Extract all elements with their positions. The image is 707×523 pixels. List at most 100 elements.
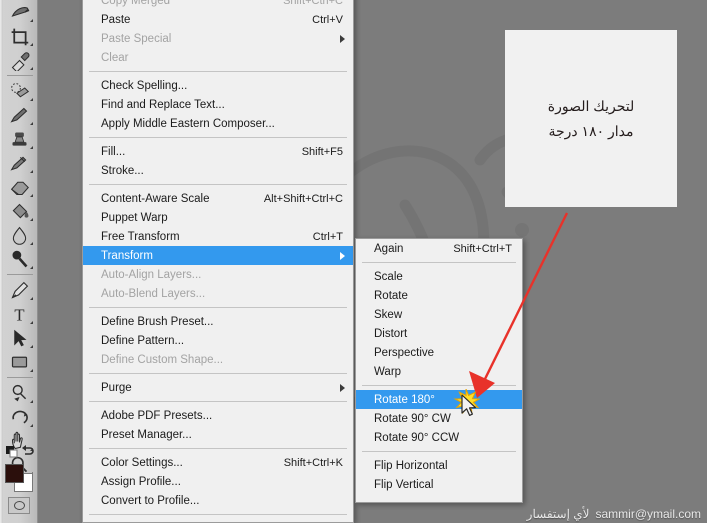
notes-tool[interactable]	[2, 381, 36, 405]
menu-item-content-aware-scale[interactable]: Content-Aware Scale Alt+Shift+Ctrl+C	[83, 189, 353, 208]
menu-item-label: Clear	[101, 51, 129, 64]
tools-palette[interactable]: T	[0, 0, 38, 523]
menu-item-rotate-90-ccw[interactable]: Rotate 90° CCW	[356, 428, 522, 447]
menu-item-paste[interactable]: Paste Ctrl+V	[83, 10, 353, 29]
transform-submenu-panel[interactable]: Again Shift+Ctrl+T Scale Rotate Skew Distort P…	[355, 238, 523, 503]
menu-item-label: Preset Manager...	[101, 428, 192, 441]
menu-item-scale[interactable]: Scale	[356, 267, 522, 286]
menu-separator	[89, 71, 347, 72]
healing-brush-tool[interactable]	[2, 0, 36, 24]
tool-flyout-indicator	[30, 98, 33, 101]
menu-item-keyboard-shortcuts[interactable]: Keyboard Shortcuts...Alt+Shift+Ctrl+K	[83, 519, 353, 523]
contact-label: لأي إستفسار	[526, 507, 590, 521]
menu-item-label: Warp	[374, 365, 402, 378]
menu-item-apply-middle-eastern-composer[interactable]: Apply Middle Eastern Composer...	[83, 114, 353, 133]
edit-menu-panel[interactable]: Copy Merged Shift+Ctrl+C Paste Ctrl+V Paste …	[82, 0, 354, 523]
menu-item-define-brush-preset[interactable]: Define Brush Preset...	[83, 312, 353, 331]
foreground-color-swatch[interactable]	[5, 464, 24, 483]
tool-flyout-indicator	[30, 266, 33, 269]
menu-item-fill[interactable]: Fill... Shift+F5	[83, 142, 353, 161]
menu-item-distort[interactable]: Distort	[356, 324, 522, 343]
blur-tool[interactable]	[2, 223, 36, 247]
menu-item-label: Again	[374, 242, 404, 255]
tool-flyout-indicator	[30, 297, 33, 300]
chevron-right-icon	[340, 34, 345, 43]
chevron-right-icon	[340, 383, 345, 392]
rotate-view-icon	[11, 410, 28, 423]
gradient-tool[interactable]	[2, 199, 36, 223]
path-selection-tool[interactable]	[2, 326, 36, 350]
stamp-icon	[12, 132, 26, 146]
screenshot-root: T Copy Merged Shift+Ctrl+C Paste Ctrl+V Past…	[0, 0, 707, 523]
eyedropper-icon	[11, 51, 29, 71]
menu-item-purge[interactable]: Purge	[83, 378, 353, 397]
menu-item-assign-profile[interactable]: Assign Profile...	[83, 472, 353, 491]
toolbar-separator	[7, 377, 33, 378]
menu-item-warp[interactable]: Warp	[356, 362, 522, 381]
default-colors-shortcut[interactable]	[4, 443, 34, 459]
menu-item-label: Rotate	[374, 289, 408, 302]
menu-item-label: Flip Vertical	[374, 478, 434, 491]
menu-item-paste-special: Paste Special	[83, 29, 353, 48]
eyedropper-tool[interactable]	[2, 48, 36, 72]
menu-item-label: Auto-Blend Layers...	[101, 287, 206, 300]
menu-item-label: Paste	[101, 13, 131, 26]
quick-mask-toggle[interactable]	[8, 497, 30, 514]
menu-item-label: Rotate 90° CW	[374, 412, 451, 425]
menu-item-shortcut: Shift+Ctrl+T	[453, 242, 512, 255]
clone-stamp-tool[interactable]	[2, 127, 36, 151]
menu-separator	[89, 137, 347, 138]
rotate-view-tool[interactable]	[2, 405, 36, 429]
tool-flyout-indicator	[30, 19, 33, 22]
menu-item-rotate-90-cw[interactable]: Rotate 90° CW	[356, 409, 522, 428]
menu-item-label: Skew	[374, 308, 403, 321]
menu-item-convert-to-profile[interactable]: Convert to Profile...	[83, 491, 353, 510]
menu-item-adobe-pdf-presets[interactable]: Adobe PDF Presets...	[83, 406, 353, 425]
eraser-tool[interactable]	[2, 175, 36, 199]
menu-item-label: Stroke...	[101, 164, 144, 177]
menu-item-rotate-180[interactable]: Rotate 180°	[356, 390, 522, 409]
menu-item-flip-horizontal[interactable]: Flip Horizontal	[356, 456, 522, 475]
pen-tool[interactable]	[2, 278, 36, 302]
dodge-tool[interactable]	[2, 247, 36, 271]
menu-item-puppet-warp[interactable]: Puppet Warp	[83, 208, 353, 227]
tool-flyout-indicator	[30, 67, 33, 70]
tool-flyout-indicator	[30, 194, 33, 197]
menu-item-label: Transform	[101, 249, 153, 262]
menu-item-shortcut: Alt+Shift+Ctrl+C	[263, 192, 343, 205]
menu-item-shortcut: Shift+Ctrl+C	[283, 0, 343, 7]
pen-icon	[10, 281, 28, 299]
menu-item-define-pattern[interactable]: Define Pattern...	[83, 331, 353, 350]
menu-item-stroke[interactable]: Stroke...	[83, 161, 353, 180]
menu-item-check-spelling[interactable]: Check Spelling...	[83, 76, 353, 95]
crop-tool[interactable]	[2, 24, 36, 48]
tool-flyout-indicator	[30, 146, 33, 149]
mouse-cursor	[461, 394, 476, 416]
spot-healing-brush-tool[interactable]	[2, 79, 36, 103]
horizontal-type-tool[interactable]: T	[2, 302, 36, 326]
notes-icon	[12, 384, 26, 401]
menu-separator	[89, 373, 347, 374]
menu-item-label: Purge	[101, 381, 132, 394]
menu-item-rotate[interactable]: Rotate	[356, 286, 522, 305]
color-swatches[interactable]	[4, 463, 34, 493]
blur-icon	[12, 226, 26, 245]
brush-tool[interactable]	[2, 103, 36, 127]
menu-item-skew[interactable]: Skew	[356, 305, 522, 324]
menu-item-find-and-replace-text[interactable]: Find and Replace Text...	[83, 95, 353, 114]
menu-item-free-transform[interactable]: Free Transform Ctrl+T	[83, 227, 353, 246]
menu-item-again[interactable]: Again Shift+Ctrl+T	[356, 239, 522, 258]
menu-item-shortcut: Shift+F5	[301, 145, 343, 158]
menu-item-label: Convert to Profile...	[101, 494, 200, 507]
menu-item-transform[interactable]: Transform	[83, 246, 353, 265]
menu-item-perspective[interactable]: Perspective	[356, 343, 522, 362]
menu-item-label: Auto-Align Layers...	[101, 268, 202, 281]
menu-item-label: Flip Horizontal	[374, 459, 448, 472]
menu-item-label: Assign Profile...	[101, 475, 181, 488]
menu-item-label: Fill...	[101, 145, 126, 158]
history-brush-tool[interactable]	[2, 151, 36, 175]
rectangle-tool[interactable]	[2, 350, 36, 374]
menu-item-color-settings[interactable]: Color Settings... Shift+Ctrl+K	[83, 453, 353, 472]
menu-item-preset-manager[interactable]: Preset Manager...	[83, 425, 353, 444]
menu-item-flip-vertical[interactable]: Flip Vertical	[356, 475, 522, 494]
